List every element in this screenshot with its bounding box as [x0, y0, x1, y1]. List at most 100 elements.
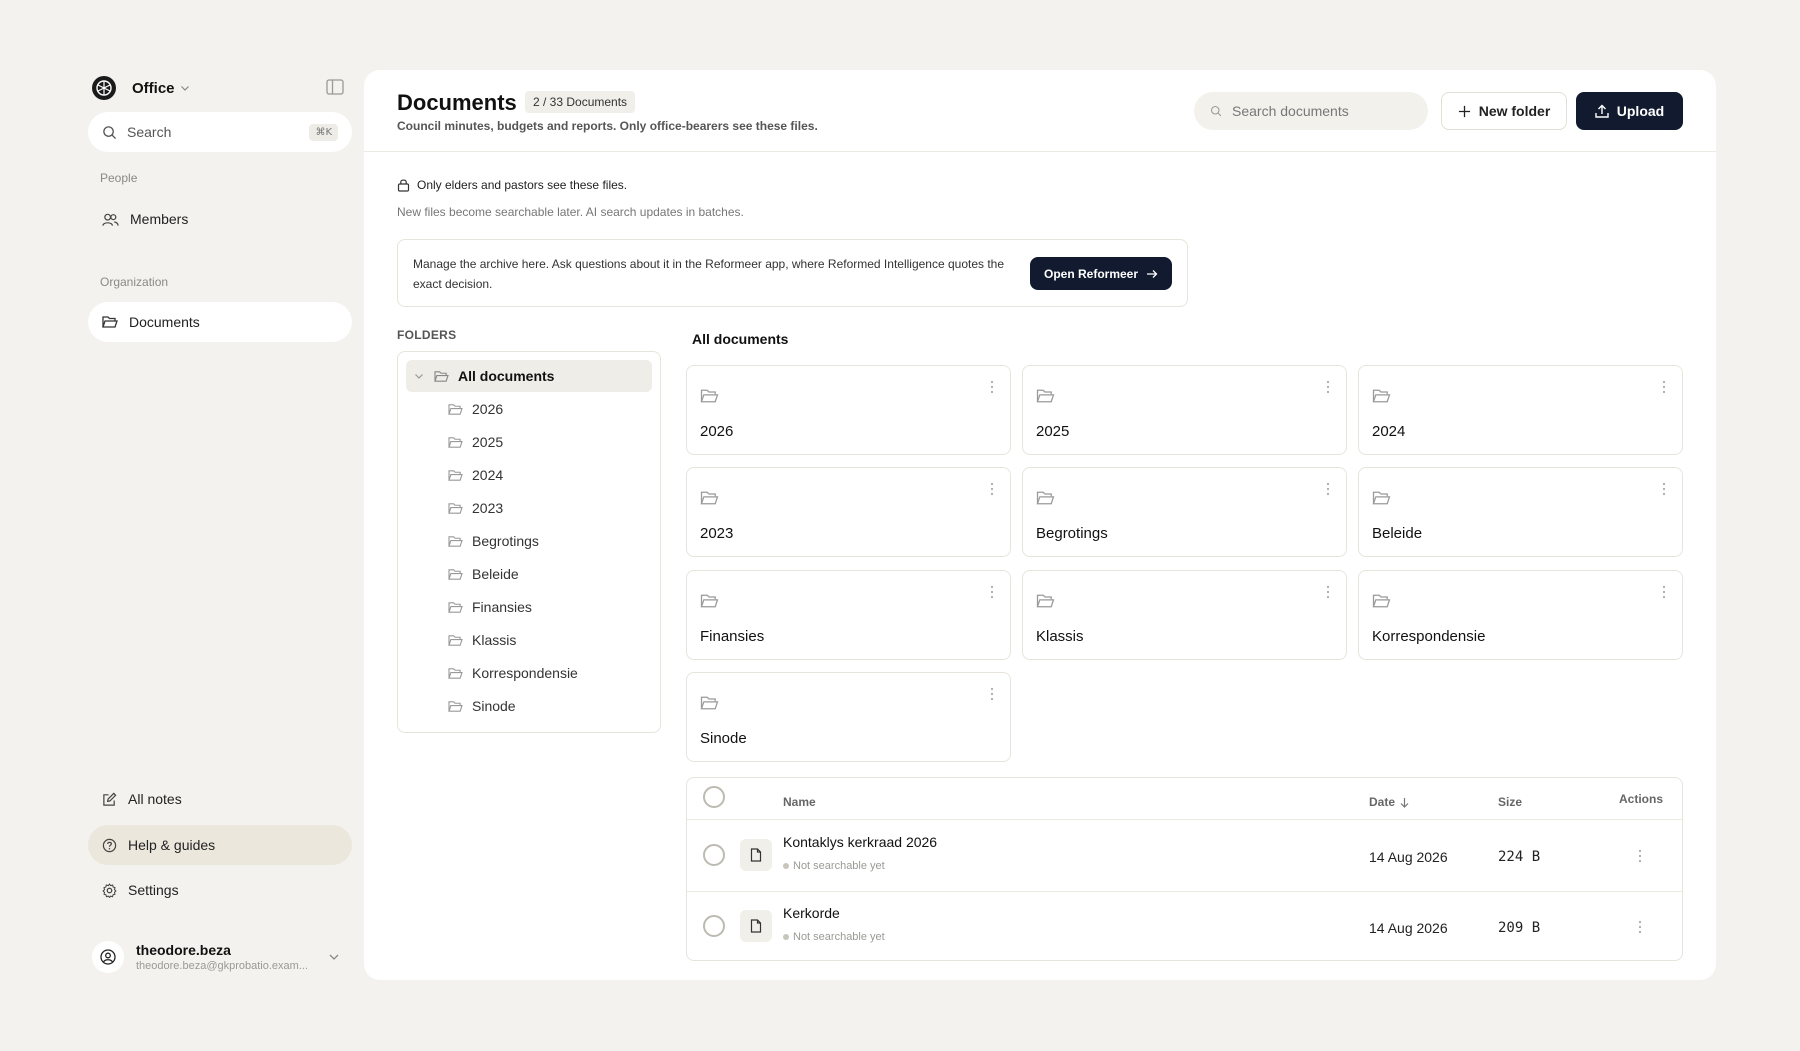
column-header-actions: Actions — [1619, 792, 1664, 806]
tree-item-folder[interactable]: Begrotings — [406, 525, 652, 557]
search-icon — [1210, 105, 1222, 117]
folder-card[interactable]: Korrespondensie — [1358, 570, 1683, 660]
user-name: theodore.beza — [136, 942, 231, 958]
more-vertical-icon[interactable] — [990, 380, 994, 394]
more-vertical-icon[interactable] — [1638, 849, 1642, 863]
folder-card[interactable]: Begrotings — [1022, 467, 1347, 557]
column-header-name[interactable]: Name — [783, 795, 816, 809]
more-vertical-icon[interactable] — [990, 585, 994, 599]
folder-open-icon — [448, 601, 463, 613]
folder-open-icon — [1372, 491, 1391, 505]
row-file-name[interactable]: Kerkorde — [783, 905, 840, 921]
table-row[interactable]: Kontaklys kerkraad 2026 Not searchable y… — [687, 820, 1682, 891]
sidebar-item-members[interactable]: Members — [88, 199, 352, 239]
user-menu[interactable]: theodore.beza theodore.beza@gkprobatio.e… — [92, 936, 348, 978]
org-name: Office — [132, 79, 175, 97]
row-checkbox[interactable] — [703, 844, 725, 866]
more-vertical-icon[interactable] — [1326, 482, 1330, 496]
main-panel: Documents 2 / 33 Documents Council minut… — [364, 70, 1716, 980]
tree-item-folder[interactable]: Beleide — [406, 558, 652, 590]
tree-item-folder[interactable]: 2023 — [406, 492, 652, 524]
new-folder-label: New folder — [1478, 103, 1551, 119]
open-reformeer-button[interactable]: Open Reformeer — [1030, 257, 1172, 290]
folder-card-name: 2023 — [700, 525, 734, 542]
column-header-date[interactable]: Date — [1369, 795, 1409, 809]
more-vertical-icon[interactable] — [1326, 585, 1330, 599]
folder-open-icon — [448, 700, 463, 712]
document-search[interactable] — [1194, 92, 1428, 130]
more-vertical-icon[interactable] — [1662, 585, 1666, 599]
folder-open-icon — [1036, 389, 1055, 403]
folder-card[interactable]: 2026 — [686, 365, 1011, 455]
sidebar-search[interactable]: Search ⌘K — [88, 112, 352, 152]
folder-card[interactable]: Finansies — [686, 570, 1011, 660]
sidebar-item-settings[interactable]: Settings — [88, 870, 352, 910]
sidebar-item-all-notes[interactable]: All notes — [88, 779, 352, 819]
row-date: 14 Aug 2026 — [1369, 849, 1448, 865]
tree-item-folder[interactable]: 2026 — [406, 393, 652, 425]
folder-card-name: Begrotings — [1036, 525, 1108, 542]
document-count-badge: 2 / 33 Documents — [525, 91, 636, 113]
more-vertical-icon[interactable] — [990, 687, 994, 701]
more-vertical-icon[interactable] — [1326, 380, 1330, 394]
page-subtitle: Council minutes, budgets and reports. On… — [397, 119, 818, 133]
tree-item-label: 2023 — [472, 500, 504, 516]
sidebar-toggle-icon[interactable] — [326, 79, 344, 95]
folder-open-icon — [700, 491, 719, 505]
tree-item-folder[interactable]: 2025 — [406, 426, 652, 458]
folder-open-icon — [1036, 594, 1055, 608]
table-row[interactable]: Kerkorde Not searchable yet 14 Aug 2026 … — [687, 892, 1682, 963]
tree-item-folder[interactable]: Korrespondensie — [406, 657, 652, 689]
new-folder-button[interactable]: New folder — [1441, 92, 1567, 130]
select-all-checkbox[interactable] — [703, 786, 725, 808]
tree-item-label: Begrotings — [472, 533, 539, 549]
folder-card[interactable]: Sinode — [686, 672, 1011, 762]
tree-item-folder[interactable]: Finansies — [406, 591, 652, 623]
search-input[interactable] — [1232, 103, 1412, 119]
status-dot — [783, 934, 789, 940]
folder-card-name: Sinode — [700, 730, 747, 747]
user-email: theodore.beza@gkprobatio.exam... — [136, 960, 308, 972]
row-date: 14 Aug 2026 — [1369, 920, 1448, 936]
folder-open-icon — [448, 502, 463, 514]
tree-item-all-documents[interactable]: All documents — [406, 360, 652, 392]
sidebar-item-label: All notes — [128, 791, 182, 807]
upload-button[interactable]: Upload — [1576, 92, 1683, 130]
upload-label: Upload — [1616, 103, 1665, 119]
folder-card[interactable]: Klassis — [1022, 570, 1347, 660]
folder-open-icon — [448, 568, 463, 580]
folder-open-icon — [1372, 594, 1391, 608]
sidebar-item-help[interactable]: Help & guides — [88, 825, 352, 865]
tree-item-label: Beleide — [472, 566, 519, 582]
folder-open-icon — [700, 389, 719, 403]
tree-item-label: 2025 — [472, 434, 504, 450]
more-vertical-icon[interactable] — [1662, 482, 1666, 496]
tree-item-folder[interactable]: 2024 — [406, 459, 652, 491]
sidebar-item-documents[interactable]: Documents — [88, 302, 352, 342]
folder-card[interactable]: 2024 — [1358, 365, 1683, 455]
row-file-name[interactable]: Kontaklys kerkraad 2026 — [783, 834, 937, 850]
folder-open-icon — [448, 667, 463, 679]
folder-card[interactable]: 2025 — [1022, 365, 1347, 455]
row-checkbox[interactable] — [703, 915, 725, 937]
org-switcher[interactable]: Office — [92, 76, 190, 100]
folder-card-name: Klassis — [1036, 628, 1084, 645]
folder-open-icon — [700, 594, 719, 608]
folder-card[interactable]: Beleide — [1358, 467, 1683, 557]
section-label-organization: Organization — [100, 275, 169, 289]
gear-icon — [102, 882, 117, 898]
tree-item-folder[interactable]: Klassis — [406, 624, 652, 656]
search-icon — [103, 125, 117, 139]
folder-card[interactable]: 2023 — [686, 467, 1011, 557]
more-vertical-icon[interactable] — [1638, 920, 1642, 934]
row-status: Not searchable yet — [783, 860, 885, 872]
folder-open-icon — [448, 469, 463, 481]
chevron-down-icon — [415, 374, 423, 379]
column-header-size[interactable]: Size — [1498, 795, 1522, 809]
chevron-down-icon — [329, 954, 339, 960]
more-vertical-icon[interactable] — [990, 482, 994, 496]
folder-open-icon — [1372, 389, 1391, 403]
row-status-text: Not searchable yet — [793, 931, 885, 943]
tree-item-folder[interactable]: Sinode — [406, 690, 652, 722]
more-vertical-icon[interactable] — [1662, 380, 1666, 394]
